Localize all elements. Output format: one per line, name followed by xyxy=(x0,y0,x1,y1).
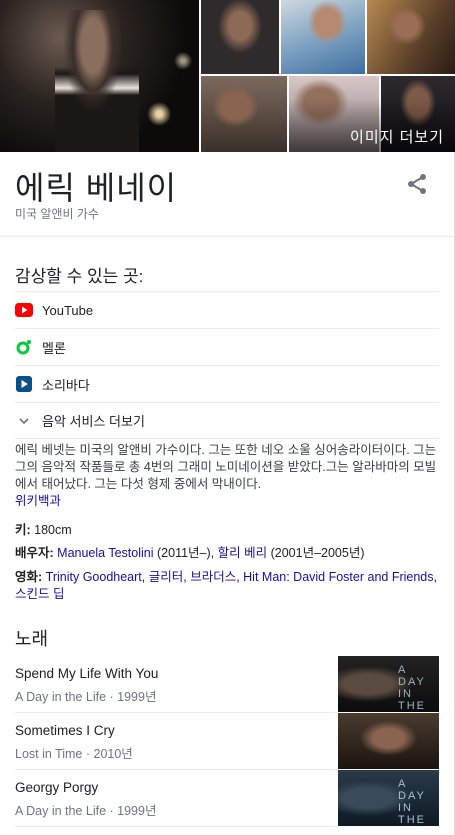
film-link[interactable]: 스킨드 딥 xyxy=(15,587,64,601)
fact-spouse: 배우자: Manuela Testolini (2011년–), 할리 베리 (… xyxy=(15,545,440,562)
youtube-icon xyxy=(15,301,33,319)
service-label: 멜론 xyxy=(42,340,66,356)
fact-films: 영화: Trinity Goodheart, 글리터, 브라더스, Hit Ma… xyxy=(15,570,437,601)
song-title: Georgy Porgy xyxy=(15,780,99,795)
fact-height: 키: 180cm xyxy=(15,522,440,539)
song-album: A Day in the Life xyxy=(15,804,107,818)
song-item[interactable]: Georgy Porgy A Day in the Life · 1999년 A… xyxy=(15,770,439,827)
song-year: 1999년 xyxy=(117,804,157,818)
more-services-label: 음악 서비스 더보기 xyxy=(42,414,145,429)
photo-4[interactable] xyxy=(367,0,455,74)
more-services-toggle[interactable]: 음악 서비스 더보기 xyxy=(15,402,439,439)
share-icon[interactable] xyxy=(405,172,429,196)
service-youtube[interactable]: YouTube xyxy=(15,291,439,328)
spouse-link[interactable]: 할리 베리 xyxy=(218,546,267,560)
melon-icon xyxy=(15,338,33,356)
photo-5[interactable] xyxy=(201,76,287,152)
service-label: YouTube xyxy=(42,302,94,318)
description-text: 에릭 베넷는 미국의 알앤비 가수이다. 그는 또한 네오 소울 싱어송라이터이… xyxy=(15,443,437,491)
service-melon[interactable]: 멜론 xyxy=(15,328,439,365)
wikipedia-link[interactable]: 위키백과 xyxy=(15,494,61,508)
spouse-years: (2001년–2005년) xyxy=(270,546,365,560)
songs-heading: 노래 xyxy=(15,629,49,649)
song-title: Sometimes I Cry xyxy=(15,723,115,738)
listen-heading: 감상할 수 있는 곳: xyxy=(15,267,144,286)
album-thumbnail: A DAYIN THELIFE xyxy=(338,770,439,826)
description: 에릭 베넷는 미국의 알앤비 가수이다. 그는 또한 네오 소울 싱어송라이터이… xyxy=(15,442,440,510)
photo-main[interactable] xyxy=(0,0,199,152)
album-thumbnail: A DAYIN THELIFE xyxy=(338,656,439,712)
song-meta: Lost in Time · 2010년 xyxy=(15,747,133,761)
fact-label: 배우자: xyxy=(15,546,54,560)
divider xyxy=(15,826,335,827)
song-title: Spend My Life With You xyxy=(15,666,159,681)
spouse-link[interactable]: Manuela Testolini xyxy=(57,546,153,560)
song-album: Lost in Time xyxy=(15,747,83,761)
film-link[interactable]: 브라더스 xyxy=(190,570,236,584)
fact-label: 키: xyxy=(15,523,31,537)
film-link[interactable]: Hit Man: David Foster and Friends xyxy=(243,570,433,584)
service-label: 소리바다 xyxy=(42,377,90,393)
fact-label: 영화: xyxy=(15,570,43,584)
song-year: 2010년 xyxy=(93,747,133,761)
song-meta: A Day in the Life · 1999년 xyxy=(15,690,157,704)
song-item[interactable]: Sometimes I Cry Lost in Time · 2010년 xyxy=(15,713,439,770)
film-link[interactable]: Trinity Goodheart xyxy=(46,570,142,584)
spouse-years: (2011년–), xyxy=(157,546,215,560)
chevron-down-icon xyxy=(15,412,33,430)
divider xyxy=(0,236,455,237)
more-images-link[interactable]: 이미지 더보기 xyxy=(350,126,444,147)
song-meta: A Day in the Life · 1999년 xyxy=(15,804,157,818)
image-grid: 이미지 더보기 xyxy=(0,0,455,152)
entity-subtitle: 미국 알앤비 가수 xyxy=(15,207,99,221)
soribada-icon xyxy=(15,375,33,393)
photo-2[interactable] xyxy=(201,0,279,74)
photo-3[interactable] xyxy=(281,0,365,74)
song-year: 1999년 xyxy=(117,690,157,704)
album-thumbnail xyxy=(338,713,439,769)
film-link[interactable]: 글리터 xyxy=(149,570,184,584)
entity-title: 에릭 베네이 xyxy=(15,170,178,206)
song-album: A Day in the Life xyxy=(15,690,107,704)
service-soribada[interactable]: 소리바다 xyxy=(15,365,439,402)
fact-value: 180cm xyxy=(34,523,72,537)
knowledge-panel: 이미지 더보기 에릭 베네이 미국 알앤비 가수 감상할 수 있는 곳: You… xyxy=(0,0,455,835)
song-item[interactable]: Spend My Life With You A Day in the Life… xyxy=(15,656,439,713)
